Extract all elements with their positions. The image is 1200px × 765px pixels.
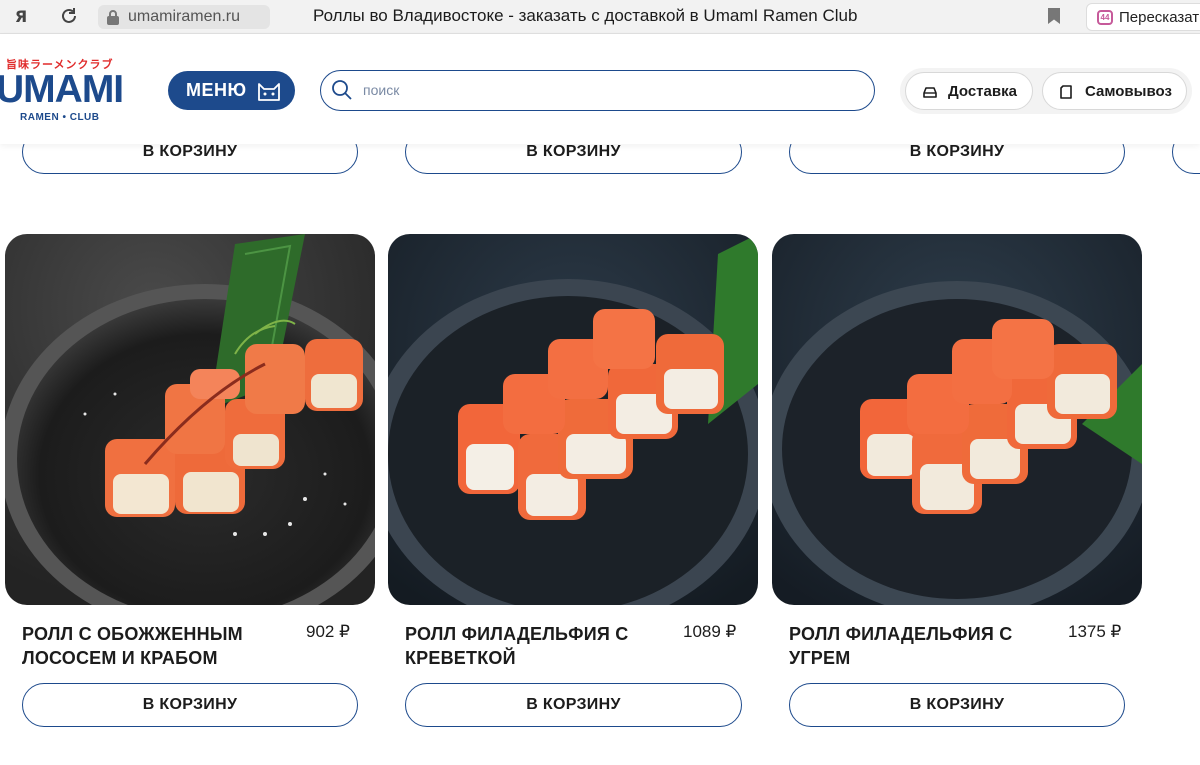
- menu-label: МЕНЮ: [186, 80, 247, 100]
- bag-icon: [1060, 85, 1072, 99]
- logo-wordmark: UMAMI: [0, 68, 124, 111]
- car-icon: [923, 87, 937, 98]
- search-input[interactable]: [363, 79, 843, 101]
- product-name[interactable]: РОЛЛ ФИЛАДЕЛЬФИЯ С УГРЕМ: [789, 622, 1049, 670]
- product-price: 902 ₽: [306, 622, 350, 641]
- logo-subtitle: RAMEN • CLUB: [20, 112, 100, 123]
- product-price: 1375 ₽: [1068, 622, 1122, 641]
- product-image[interactable]: [388, 234, 758, 605]
- retell-label: Пересказать: [1119, 9, 1200, 26]
- product-image[interactable]: [5, 234, 375, 605]
- site-header: 旨味ラーメンクラブ UMAMI RAMEN • CLUB МЕНЮ Достав…: [0, 34, 1200, 144]
- product-image[interactable]: [772, 234, 1142, 605]
- bookmark-icon[interactable]: [1048, 8, 1060, 24]
- pickup-label: Самовывоз: [1085, 83, 1172, 100]
- delivery-label: Доставка: [948, 83, 1017, 100]
- lock-icon: [107, 10, 119, 25]
- page-title: Роллы во Владивостоке - заказать с доста…: [313, 6, 858, 25]
- logo[interactable]: 旨味ラーメンクラブ UMAMI RAMEN • CLUB: [0, 56, 140, 126]
- retell-button[interactable]: 44 Пересказать: [1086, 3, 1200, 31]
- add-to-cart-button[interactable]: В КОРЗИНУ: [405, 683, 742, 727]
- product-name[interactable]: РОЛЛ ФИЛАДЕЛЬФИЯ С КРЕВЕТКОЙ: [405, 622, 665, 670]
- add-to-cart-button[interactable]: В КОРЗИНУ: [22, 683, 358, 727]
- yandex-browser-icon[interactable]: Я: [10, 6, 32, 28]
- cat-icon: [258, 83, 280, 101]
- retell-icon: 44: [1097, 10, 1113, 25]
- address-bar-url: umamiramen.ru: [128, 8, 241, 25]
- search-icon[interactable]: [331, 79, 353, 101]
- product-name[interactable]: РОЛЛ С ОБОЖЖЕННЫМ ЛОСОСЕМ И КРАБОМ: [22, 622, 282, 670]
- menu-button[interactable]: МЕНЮ: [168, 71, 295, 110]
- product-price: 1089 ₽: [683, 622, 737, 641]
- delivery-button[interactable]: Доставка: [905, 72, 1033, 110]
- delivery-mode-toggle: Доставка Самовывоз: [900, 68, 1192, 114]
- reload-icon[interactable]: [58, 6, 80, 28]
- pickup-button[interactable]: Самовывоз: [1042, 72, 1187, 110]
- browser-toolbar: Я umamiramen.ru Роллы во Владивостоке - …: [0, 0, 1200, 34]
- search-bar: [320, 70, 875, 111]
- address-bar[interactable]: umamiramen.ru: [98, 5, 270, 29]
- add-to-cart-button[interactable]: В КОРЗИНУ: [789, 683, 1125, 727]
